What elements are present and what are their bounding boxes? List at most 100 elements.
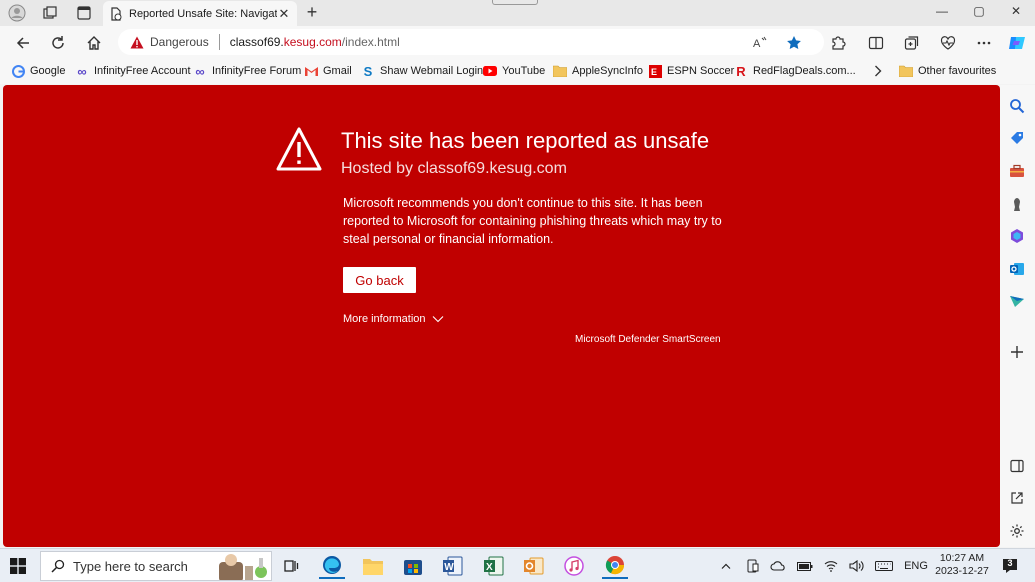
- sidebar-search-button[interactable]: [1008, 97, 1026, 115]
- home-button[interactable]: [83, 32, 105, 54]
- chrome-icon: [605, 556, 625, 575]
- favorite-star-button[interactable]: [785, 34, 803, 52]
- workspaces-button[interactable]: [39, 3, 61, 23]
- favorite-google[interactable]: Google: [11, 62, 65, 80]
- search-highlight-illustration-icon: [219, 554, 267, 580]
- taskbar-edge[interactable]: [319, 553, 345, 579]
- tray-onedrive-button[interactable]: [769, 558, 787, 574]
- tray-language-button[interactable]: ENG: [903, 558, 929, 574]
- favorite-shaw-webmail[interactable]: S Shaw Webmail Login: [361, 62, 483, 80]
- favorites-bar: Google ∞ InfinityFree Account ∞ Infinity…: [0, 58, 1035, 84]
- tab-actions-button[interactable]: [73, 3, 95, 23]
- warning-title: This site has been reported as unsafe: [341, 128, 710, 153]
- favorite-redflagdeals[interactable]: R RedFlagDeals.com...: [734, 62, 856, 80]
- tray-keyboard-button[interactable]: [873, 558, 895, 574]
- collections-icon: [904, 36, 919, 50]
- sidebar-tools-button[interactable]: [1008, 162, 1026, 180]
- more-information-toggle[interactable]: More information: [343, 313, 444, 325]
- split-screen-button[interactable]: [865, 32, 887, 54]
- gear-icon: [1010, 524, 1024, 538]
- back-button[interactable]: [12, 32, 34, 54]
- page-warning-icon: [111, 6, 122, 21]
- sidebar-drop-button[interactable]: [1008, 292, 1026, 310]
- sidebar-toggle-icon: [1010, 459, 1024, 473]
- sidebar-add-button[interactable]: [1008, 343, 1026, 361]
- show-hidden-icons-button[interactable]: [719, 558, 733, 574]
- maximize-button[interactable]: ▢: [969, 4, 989, 22]
- task-view-button[interactable]: [278, 553, 304, 579]
- hide-sidebar-button[interactable]: [1008, 457, 1026, 475]
- favorites-overflow-button[interactable]: [871, 62, 890, 80]
- external-link-icon: [1011, 492, 1023, 504]
- tray-volume-button[interactable]: [847, 558, 865, 574]
- copilot-button[interactable]: [1006, 32, 1028, 54]
- profile-icon: [8, 4, 26, 22]
- home-icon: [87, 36, 101, 50]
- tray-battery-button[interactable]: [796, 558, 814, 574]
- tray-network-button[interactable]: [822, 558, 840, 574]
- open-external-button[interactable]: [1008, 489, 1026, 507]
- favorite-gmail[interactable]: Gmail: [304, 62, 352, 80]
- minimize-button[interactable]: —: [932, 4, 952, 22]
- collections-button[interactable]: [901, 32, 923, 54]
- settings-more-button[interactable]: [973, 32, 995, 54]
- favorite-espn-soccer[interactable]: E ESPN Soccer: [648, 62, 734, 80]
- taskbar-excel[interactable]: X: [481, 553, 507, 579]
- taskbar-file-explorer[interactable]: [360, 553, 386, 579]
- taskbar-chrome[interactable]: [602, 553, 628, 579]
- window-drag-handle[interactable]: [492, 0, 538, 5]
- favorite-youtube[interactable]: YouTube: [483, 62, 545, 80]
- phone-link-icon: [747, 559, 759, 573]
- taskbar-clock[interactable]: 10:27 AM 2023-12-27: [934, 552, 990, 578]
- notification-count: 3: [1007, 558, 1013, 568]
- heartbeat-icon: [940, 36, 956, 50]
- tray-device-icon-button[interactable]: [745, 558, 761, 574]
- windows-start-icon[interactable]: [10, 558, 26, 574]
- browser-essentials-button[interactable]: [937, 32, 959, 54]
- search-icon: [51, 559, 65, 573]
- other-favourites-folder[interactable]: Other favourites: [899, 62, 996, 80]
- folder-icon: [553, 64, 567, 78]
- taskbar-search-box[interactable]: Type here to search: [40, 551, 272, 581]
- search-icon: [1010, 99, 1025, 114]
- sidebar-outlook-button[interactable]: [1008, 260, 1026, 278]
- youtube-icon: [483, 64, 497, 78]
- chevron-down-icon: [432, 316, 443, 323]
- address-bar[interactable]: Dangerous classof69.kesug.com/index.html: [118, 29, 824, 55]
- notification-center-button[interactable]: 3: [1001, 557, 1019, 575]
- taskbar-outlook[interactable]: [521, 553, 547, 579]
- security-indicator[interactable]: Dangerous: [130, 35, 209, 49]
- extensions-button[interactable]: [827, 32, 849, 54]
- active-tab[interactable]: Reported Unsafe Site: Navigation ✕: [103, 1, 297, 26]
- taskbar-store[interactable]: [400, 553, 426, 579]
- favorite-label: Google: [30, 65, 66, 77]
- sidebar-microsoft365-button[interactable]: [1008, 227, 1026, 245]
- taskbar-word[interactable]: W: [440, 553, 466, 579]
- folder-icon: [363, 559, 383, 575]
- sidebar-shopping-button[interactable]: [1008, 129, 1026, 147]
- infinity-icon: ∞: [195, 63, 205, 79]
- profile-avatar[interactable]: [6, 3, 28, 23]
- send-drop-icon: [1010, 296, 1024, 307]
- favorite-applesyncinfo[interactable]: AppleSyncInfo: [553, 62, 643, 80]
- task-view-icon: [284, 560, 299, 572]
- favorite-label: YouTube: [502, 65, 546, 77]
- read-aloud-button[interactable]: A: [752, 34, 770, 52]
- favorite-infinityfree-account[interactable]: ∞ InfinityFree Account: [75, 62, 190, 80]
- excel-icon: X: [484, 556, 504, 576]
- sidebar-games-button[interactable]: [1008, 195, 1026, 213]
- tab-close-icon[interactable]: ✕: [277, 6, 291, 22]
- sidebar-settings-button[interactable]: [1008, 522, 1026, 540]
- go-back-button[interactable]: Go back: [343, 267, 416, 293]
- chess-piece-icon: [1014, 198, 1020, 211]
- new-tab-button[interactable]: +: [302, 3, 322, 23]
- workspaces-icon: [43, 6, 57, 19]
- taskbar-itunes[interactable]: [561, 553, 587, 579]
- favorite-infinityfree-forum[interactable]: ∞ InfinityFree Forum: [193, 62, 301, 80]
- security-label: Dangerous: [150, 35, 209, 49]
- close-window-button[interactable]: ✕: [1006, 4, 1026, 22]
- microsoft365-icon: [1011, 229, 1023, 243]
- refresh-button[interactable]: [47, 32, 69, 54]
- url-text[interactable]: classof69.kesug.com/index.html: [230, 35, 400, 49]
- favorite-label: RedFlagDeals.com...: [753, 65, 856, 77]
